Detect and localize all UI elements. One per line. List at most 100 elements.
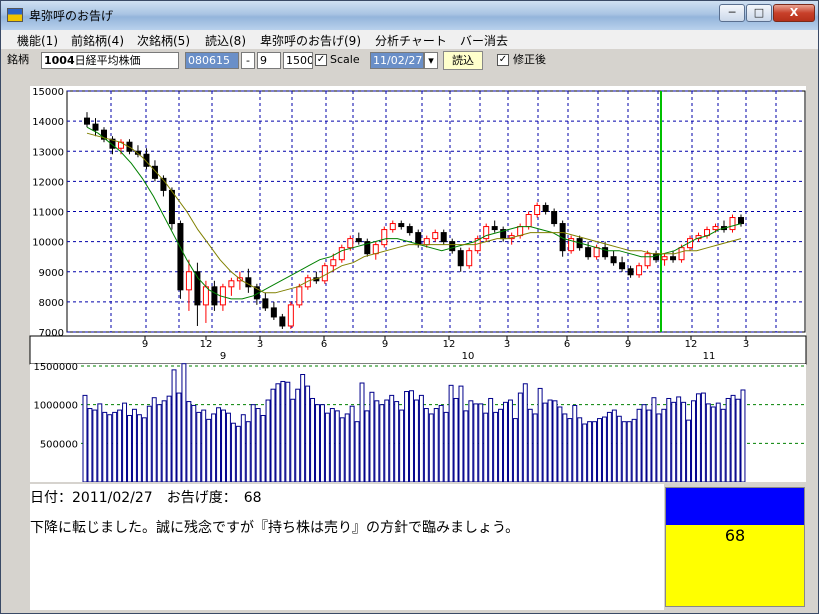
candle-body (423, 238, 430, 246)
price-y-tick-label: 13000 (32, 147, 64, 158)
volume-bar (527, 408, 533, 482)
volume-bar (626, 421, 632, 482)
candle-body (287, 304, 294, 327)
scale-checkbox[interactable]: ✓ (315, 54, 327, 66)
volume-bar (646, 409, 652, 482)
load-button[interactable]: 読込 (443, 51, 483, 70)
oracle-date-line: 日付：2011/02/27 お告げ度： 68 (30, 490, 262, 506)
date-field[interactable]: 080615 (185, 52, 239, 69)
volume-bar (448, 384, 454, 482)
title-bar[interactable]: 卑弥呼のお告げ ─ □ X (1, 1, 818, 30)
symbol-label: 銘柄 (7, 53, 29, 66)
menu-clear-bars[interactable]: バー消去 (460, 32, 508, 49)
candle-body (432, 232, 439, 240)
candle-body (738, 217, 744, 225)
volume-bar (384, 399, 390, 482)
candle-body (534, 204, 541, 216)
volume-bar (334, 410, 340, 482)
symbol-field[interactable]: 1004日経平均株価 (41, 52, 179, 69)
volume-bar (107, 414, 113, 482)
volume-bar (151, 397, 157, 482)
decrement-button[interactable]: - (241, 52, 255, 69)
volume-bar (354, 421, 360, 482)
date-axis-tick-label: 3 (257, 339, 263, 350)
volume-bar (230, 422, 236, 482)
volume-bar (255, 408, 261, 482)
volume-bar (488, 397, 494, 482)
date-axis-tick-label: 6 (564, 339, 570, 350)
candle-body (653, 253, 660, 261)
date-axis-tick-label: 12 (443, 339, 456, 350)
volume-bar (131, 408, 137, 482)
volume-bar (507, 399, 513, 482)
maximize-button[interactable]: □ (746, 4, 772, 22)
menu-analysis-chart[interactable]: 分析チャート (375, 32, 447, 49)
volume-bar (666, 397, 672, 482)
volume-bar (463, 410, 469, 482)
price-y-tick-label: 10000 (32, 238, 64, 249)
date-axis-tick-label: 12 (200, 339, 213, 350)
volume-bar (498, 408, 504, 482)
date-axis-tick-label: 9 (142, 339, 148, 350)
volume-bar (112, 411, 118, 482)
date-axis-tick-label: 6 (321, 339, 327, 350)
candle-body (381, 229, 388, 246)
volume-bar (166, 395, 172, 482)
date-select[interactable]: 11/02/27 (370, 52, 424, 69)
candle-body (270, 307, 277, 318)
candle-body (185, 271, 192, 291)
price-y-tick-label: 8000 (39, 298, 64, 309)
volume-bar (260, 414, 266, 482)
candle-body (517, 226, 524, 237)
volume-y-tick-label: 1500000 (33, 362, 78, 373)
volume-bar (389, 394, 395, 482)
volume-bar (522, 383, 528, 482)
menu-next-symbol[interactable]: 次銘柄(5) (137, 32, 190, 49)
volume-bar (483, 412, 489, 482)
count-field[interactable]: 1500 (283, 52, 313, 69)
menu-oracle[interactable]: 卑弥呼のお告げ(9) (260, 32, 361, 49)
symbol-code: 1004 (44, 54, 75, 67)
minimize-button[interactable]: ─ (719, 4, 745, 22)
adjusted-checkbox[interactable]: ✓ (497, 54, 509, 66)
volume-bar (567, 418, 573, 482)
volume-bar (661, 408, 667, 482)
period-field[interactable]: 9 (257, 52, 281, 69)
volume-bar (735, 398, 741, 482)
volume-bar (695, 393, 701, 482)
candle-body (712, 226, 719, 231)
volume-bar (582, 423, 588, 482)
volume-bar (458, 385, 464, 482)
volume-bar (82, 394, 88, 482)
volume-bar (562, 413, 568, 482)
volume-bar (542, 402, 548, 482)
volume-bar (265, 399, 271, 482)
volume-bar (349, 405, 355, 482)
candle-body (279, 316, 286, 327)
volume-bar (616, 415, 622, 482)
date-select-dropdown[interactable]: ▾ (424, 52, 438, 69)
menu-load[interactable]: 読込(8) (205, 32, 246, 49)
close-button[interactable]: X (773, 4, 815, 22)
gauge-fill (666, 488, 804, 525)
candle-body (457, 250, 464, 267)
menu-prev-symbol[interactable]: 前銘柄(4) (71, 32, 124, 49)
candle-body (406, 226, 413, 234)
menu-function[interactable]: 機能(1) (17, 32, 58, 49)
volume-bar (117, 409, 123, 482)
volume-bar (364, 410, 370, 482)
volume-bar (715, 402, 721, 482)
volume-bar (720, 408, 726, 482)
candle-body (729, 217, 736, 231)
candle-body (525, 214, 532, 228)
volume-bar (225, 412, 231, 482)
volume-bar (181, 363, 187, 482)
volume-bar (245, 421, 251, 482)
volume-bar (275, 383, 281, 482)
volume-bar (141, 417, 147, 482)
volume-bar (621, 421, 627, 482)
date-axis-month-label: 9 (220, 351, 226, 362)
candle-body (389, 223, 396, 231)
volume-bar (730, 394, 736, 482)
candle-body (440, 232, 447, 243)
